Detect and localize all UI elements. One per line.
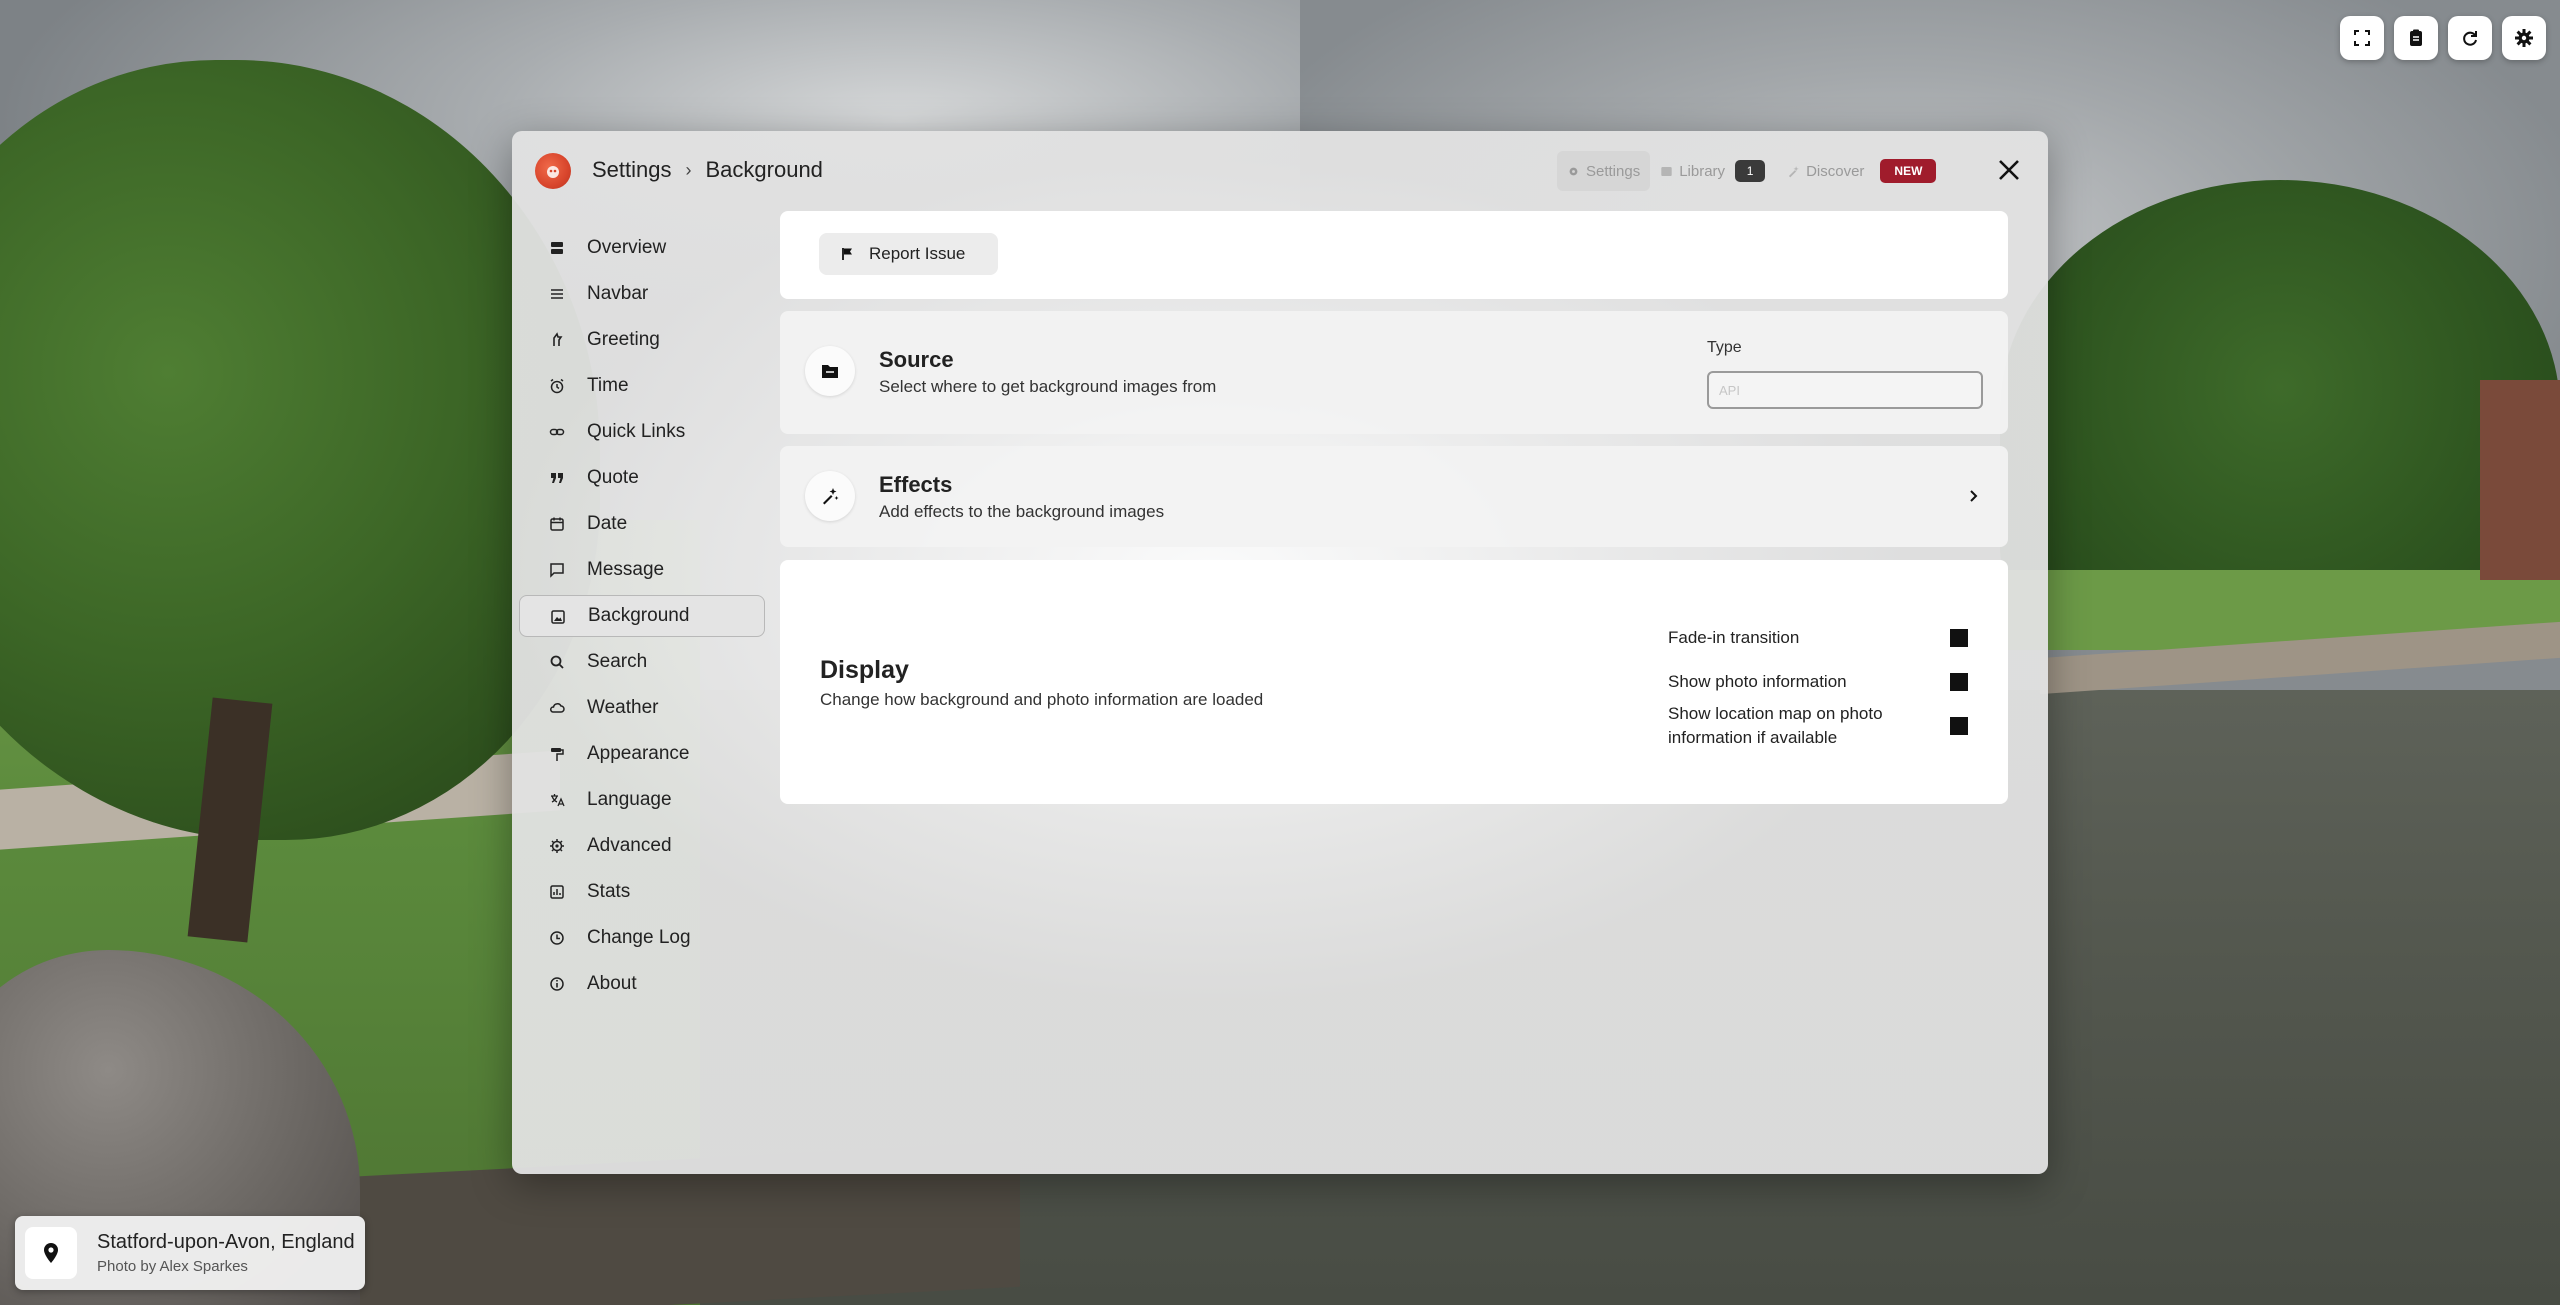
- type-label: Type: [1707, 339, 1742, 356]
- photo-information-card[interactable]: Statford-upon-Avon, England Photo by Ale…: [15, 1216, 365, 1290]
- map-pin-icon: [44, 1243, 58, 1263]
- settings-sidebar: Overview Navbar Greeting Time Quick Link…: [519, 227, 765, 1009]
- cloud-icon: [550, 703, 565, 713]
- settings-button[interactable]: [2502, 16, 2546, 60]
- sidebar-item-time[interactable]: Time: [519, 365, 765, 407]
- sidebar-item-stats[interactable]: Stats: [519, 871, 765, 913]
- report-issue-button[interactable]: Report Issue: [819, 233, 998, 275]
- overview-icon: [551, 242, 563, 254]
- sidebar-item-weather[interactable]: Weather: [519, 687, 765, 729]
- header-tabs: Settings Library 1 Discover NEW: [1557, 151, 1937, 191]
- breadcrumb-current: Background: [705, 157, 823, 182]
- show-photo-information-checkbox[interactable]: [1950, 673, 1968, 691]
- photo-location: Statford-upon-Avon, England: [97, 1231, 355, 1253]
- sidebar-item-greeting[interactable]: Greeting: [519, 319, 765, 361]
- history-icon: [550, 931, 564, 945]
- display-title: Display: [820, 656, 909, 684]
- notes-icon: [2410, 29, 2422, 46]
- fullscreen-button[interactable]: [2340, 16, 2384, 60]
- breadcrumb-separator: ›: [685, 159, 692, 180]
- sidebar-item-advanced[interactable]: Advanced: [519, 825, 765, 867]
- breadcrumb-root[interactable]: Settings: [592, 157, 672, 183]
- fade-in-transition-checkbox[interactable]: [1950, 629, 1968, 647]
- translate-icon: [551, 794, 565, 807]
- refresh-button[interactable]: [2448, 16, 2492, 60]
- settings-modal: Settings › Background Settings Library 1…: [512, 131, 2048, 1174]
- sidebar-item-language[interactable]: Language: [519, 779, 765, 821]
- show-location-map-label: Show location map on photo information i…: [1668, 704, 1883, 747]
- tab-settings[interactable]: Settings: [1557, 151, 1651, 191]
- sidebar-item-date[interactable]: Date: [519, 503, 765, 545]
- calendar-icon: [550, 517, 564, 531]
- sidebar-item-search[interactable]: Search: [519, 641, 765, 683]
- source-title: Source: [879, 347, 954, 372]
- message-icon: [550, 563, 564, 578]
- photo-credit: Photo by Alex Sparkes: [97, 1258, 248, 1275]
- sidebar-item-appearance[interactable]: Appearance: [519, 733, 765, 775]
- effects-title: Effects: [879, 472, 953, 497]
- alarm-icon: [550, 378, 564, 394]
- display-description: Change how background and photo informat…: [820, 690, 1264, 709]
- settings-gear-icon: [2515, 29, 2533, 47]
- advanced-gear-icon: [550, 839, 564, 853]
- sidebar-item-quick-links[interactable]: Quick Links: [519, 411, 765, 453]
- stats-icon: [550, 885, 564, 899]
- effects-section-icon: [805, 471, 855, 521]
- source-section-icon: [805, 346, 855, 396]
- sidebar-item-navbar[interactable]: Navbar: [519, 273, 765, 315]
- fade-in-transition-label: Fade-in transition: [1668, 628, 1800, 647]
- quote-icon: [551, 473, 563, 483]
- close-button[interactable]: [1994, 155, 2024, 185]
- settings-tab-icon: [1569, 167, 1578, 175]
- discover-new-badge: NEW: [1880, 159, 1937, 183]
- mue-logo: [535, 153, 571, 189]
- refresh-icon: [2463, 31, 2477, 46]
- link-icon: [549, 428, 565, 436]
- sidebar-item-overview[interactable]: Overview: [519, 227, 765, 269]
- tab-library[interactable]: Library: [1650, 151, 1735, 191]
- search-icon: [550, 655, 564, 669]
- library-count-badge: 1: [1735, 160, 1766, 182]
- sidebar-item-change-log[interactable]: Change Log: [519, 917, 765, 959]
- folder-icon: [822, 365, 838, 378]
- image-icon: [551, 610, 565, 624]
- building: [2480, 380, 2560, 580]
- report-issue-section: Report Issue: [780, 211, 2008, 299]
- info-icon: [550, 977, 564, 991]
- tab-discover[interactable]: Discover: [1777, 151, 1874, 191]
- show-location-map-checkbox[interactable]: [1950, 717, 1968, 735]
- display-section: Display Change how background and photo …: [780, 560, 2008, 804]
- map-pin-button[interactable]: [25, 1227, 77, 1279]
- paint-roller-icon: [551, 748, 564, 761]
- notes-button[interactable]: [2394, 16, 2438, 60]
- sparkle-wand-icon: [823, 488, 839, 505]
- navbar-icon: [551, 289, 563, 299]
- greeting-icon: [553, 332, 563, 346]
- show-photo-information-label: Show photo information: [1668, 672, 1847, 691]
- source-description: Select where to get background images fr…: [879, 377, 1217, 396]
- library-icon: [1661, 166, 1672, 176]
- modal-header: Settings › Background Settings Library 1…: [512, 131, 2048, 211]
- source-section: Source Select where to get background im…: [780, 311, 2008, 434]
- type-select[interactable]: API: [1707, 371, 1983, 409]
- sidebar-item-about[interactable]: About: [519, 963, 765, 1005]
- effects-description: Add effects to the background images: [879, 502, 1165, 521]
- discover-icon: [1789, 165, 1799, 177]
- fullscreen-icon: [2354, 30, 2370, 46]
- flag-icon: [842, 248, 852, 260]
- breadcrumb: Settings › Background: [592, 157, 823, 183]
- effects-section[interactable]: Effects Add effects to the background im…: [780, 446, 2008, 547]
- sidebar-item-message[interactable]: Message: [519, 549, 765, 591]
- sidebar-item-quote[interactable]: Quote: [519, 457, 765, 499]
- close-icon: [1999, 160, 2019, 180]
- chevron-right-icon: [1970, 490, 1978, 502]
- top-toolbar: [2340, 16, 2546, 60]
- sidebar-item-background[interactable]: Background: [519, 595, 765, 637]
